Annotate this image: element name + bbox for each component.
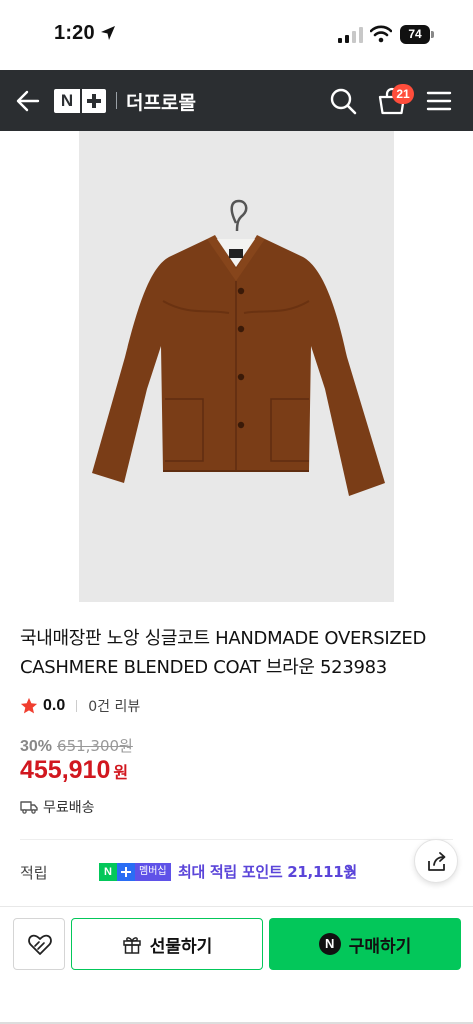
sale-price-unit: 원 bbox=[113, 763, 129, 782]
location-arrow-icon bbox=[101, 26, 115, 40]
original-price: 651,300원 bbox=[57, 737, 133, 755]
signal-icon bbox=[338, 27, 363, 43]
product-image[interactable] bbox=[79, 131, 394, 602]
buy-button-label: 구매하기 bbox=[348, 936, 412, 957]
mall-title[interactable]: 더프로몰 bbox=[126, 88, 196, 115]
sale-price-row: 455,910 원 bbox=[20, 756, 128, 785]
search-icon[interactable] bbox=[329, 87, 357, 115]
section-divider bbox=[20, 839, 453, 840]
rating-value: 0.0 bbox=[43, 697, 66, 714]
sale-price: 455,910 bbox=[20, 756, 111, 784]
membership-n-icon: N bbox=[99, 863, 117, 881]
wishlist-button[interactable] bbox=[13, 918, 65, 970]
share-button[interactable] bbox=[414, 839, 458, 883]
points-label: 적립 bbox=[20, 864, 48, 882]
bottom-bar-divider bbox=[0, 906, 473, 907]
discount-row: 30% 651,300원 bbox=[20, 735, 133, 756]
naver-pay-icon: N bbox=[318, 933, 341, 955]
wifi-icon bbox=[370, 25, 392, 43]
status-bar: 1:20 74 bbox=[0, 0, 473, 70]
jacket-illustration bbox=[92, 199, 385, 496]
battery-level: 74 bbox=[400, 25, 430, 44]
rating-separator bbox=[76, 700, 78, 712]
chevron-right-icon[interactable] bbox=[346, 865, 356, 879]
status-time: 1:20 bbox=[54, 22, 95, 44]
star-icon bbox=[20, 697, 38, 714]
share-icon bbox=[428, 852, 446, 871]
shipping-row: 무료배송 bbox=[20, 797, 95, 817]
discount-rate: 30% bbox=[20, 738, 53, 755]
review-count-link[interactable]: 0건 리뷰 bbox=[88, 696, 140, 716]
back-arrow-icon[interactable] bbox=[14, 87, 42, 115]
membership-badge: N 멤버십 bbox=[99, 863, 171, 881]
logo-n: N bbox=[54, 89, 80, 113]
logo-divider bbox=[116, 92, 117, 109]
naver-plus-logo[interactable]: N bbox=[54, 89, 106, 113]
buy-button[interactable]: N 구매하기 bbox=[269, 918, 461, 970]
product-title: 국내매장판 노앙 싱글코트 HANDMADE OVERSIZED CASHMER… bbox=[20, 628, 427, 678]
truck-icon bbox=[20, 801, 38, 814]
shipping-info: 무료배송 bbox=[43, 800, 95, 816]
wishlist-heart-icon bbox=[28, 934, 52, 955]
menu-icon[interactable] bbox=[426, 88, 452, 114]
gift-icon bbox=[122, 937, 141, 954]
membership-plus-icon bbox=[117, 863, 135, 881]
gift-button[interactable]: 선물하기 bbox=[71, 918, 263, 970]
cart-count-badge: 21 bbox=[392, 84, 414, 104]
logo-plus-icon bbox=[82, 89, 106, 113]
rating-row[interactable]: 0.0 0건 리뷰 bbox=[20, 695, 140, 717]
max-points-link[interactable]: 최대 적립 포인트 21,111원 bbox=[178, 861, 357, 882]
membership-badge-text: 멤버십 bbox=[135, 863, 171, 881]
gift-button-label: 선물하기 bbox=[149, 936, 213, 957]
battery-icon: 74 bbox=[400, 25, 434, 44]
